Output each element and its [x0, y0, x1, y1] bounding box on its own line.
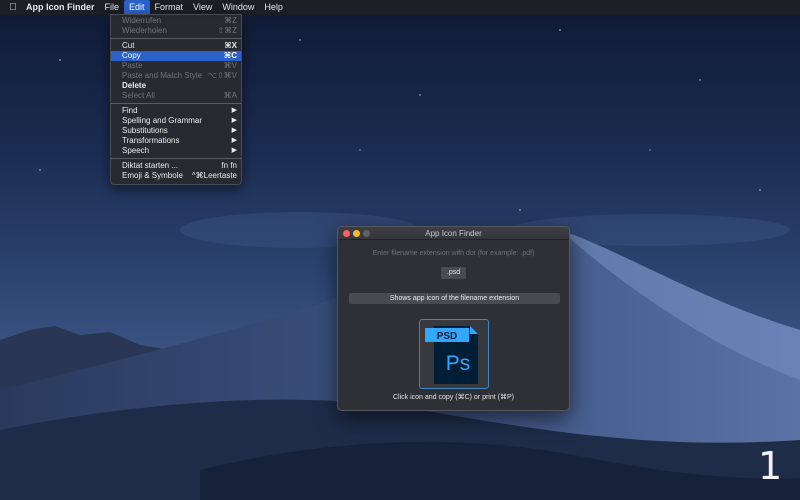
menu-item-redo[interactable]: Wiederholen ⇧⌘Z: [111, 26, 241, 36]
app-icon-preview[interactable]: PSD Ps: [419, 319, 489, 389]
menu-item-paste-match-style[interactable]: Paste and Match Style ⌥⇧⌘V: [111, 71, 241, 81]
menu-item-label: Paste: [122, 61, 143, 70]
edit-dropdown-menu: Widerrufen ⌘Z Wiederholen ⇧⌘Z Cut ⌘X Cop…: [110, 14, 242, 185]
extension-hint: Enter filename extension with dot (for e…: [372, 250, 535, 257]
menu-item-label: Paste and Match Style: [122, 71, 203, 80]
menu-item-label: Substitutions: [122, 126, 168, 135]
menu-item-label: Select All: [122, 91, 155, 100]
app-window: App Icon Finder Enter filename extension…: [337, 226, 570, 411]
menu-item-label: Wiederholen: [122, 26, 167, 35]
menu-item-delete[interactable]: Delete: [111, 81, 241, 91]
menu-separator: [111, 103, 241, 104]
menu-item-copy[interactable]: Copy ⌘C: [111, 51, 241, 61]
menu-item-label: Emoji & Symbole: [122, 171, 183, 180]
page-number: 1: [758, 444, 783, 488]
menu-separator: [111, 38, 241, 39]
menu-item-shortcut: ⌘V: [223, 61, 237, 70]
menu-item-label: Delete: [122, 81, 147, 90]
submenu-arrow-icon: ▶: [231, 107, 237, 114]
submenu-arrow-icon: ▶: [231, 117, 237, 124]
menu-item-label: Spelling and Grammar: [122, 116, 203, 125]
menu-item-shortcut: ⌘X: [224, 41, 237, 50]
menu-separator: [111, 158, 241, 159]
menu-item-substitutions[interactable]: Substitutions ▶: [111, 126, 241, 136]
menu-item-label: Diktat starten ...: [122, 161, 179, 170]
menu-item-shortcut: fn fn: [221, 161, 237, 170]
window-title: App Icon Finder: [425, 229, 482, 238]
menu-item-shortcut: ⌘A: [223, 91, 237, 100]
menu-item-shortcut: ⌘Z: [224, 16, 237, 25]
menu-window[interactable]: Window: [217, 0, 259, 15]
menu-app-name[interactable]: App Icon Finder: [26, 0, 100, 15]
apple-icon[interactable]: : [0, 2, 26, 13]
show-icon-button[interactable]: Shows app icon of the filename extension: [349, 293, 560, 304]
menu-format[interactable]: Format: [150, 0, 189, 15]
menu-item-label: Find: [122, 106, 138, 115]
menu-item-find[interactable]: Find ▶: [111, 106, 241, 116]
menu-item-label: Transformations: [122, 136, 180, 145]
menu-item-label: Speech: [122, 146, 150, 155]
menu-item-emoji[interactable]: Emoji & Symbole ^⌘Leertaste: [111, 171, 241, 181]
submenu-arrow-icon: ▶: [231, 127, 237, 134]
menu-item-paste[interactable]: Paste ⌘V: [111, 61, 241, 71]
menu-item-label: Cut: [122, 41, 135, 50]
menu-item-shortcut: ⌘C: [223, 51, 237, 60]
menu-item-select-all[interactable]: Select All ⌘A: [111, 91, 241, 101]
menu-edit[interactable]: Edit: [124, 0, 150, 15]
submenu-arrow-icon: ▶: [231, 147, 237, 154]
extension-input[interactable]: .psd: [441, 267, 466, 279]
menu-item-cut[interactable]: Cut ⌘X: [111, 41, 241, 51]
menu-item-spelling[interactable]: Spelling and Grammar ▶: [111, 116, 241, 126]
window-titlebar[interactable]: App Icon Finder: [338, 227, 569, 240]
menu-view[interactable]: View: [188, 0, 217, 15]
menu-item-shortcut: ⌥⇧⌘V: [207, 71, 237, 80]
menu-item-label: Copy: [122, 51, 141, 60]
menu-item-shortcut: ^⌘Leertaste: [191, 171, 237, 180]
menu-item-speech[interactable]: Speech ▶: [111, 146, 241, 156]
menu-item-undo[interactable]: Widerrufen ⌘Z: [111, 16, 241, 26]
icon-label-text: PSD: [437, 331, 458, 342]
menu-item-dictation[interactable]: Diktat starten ... fn fn: [111, 161, 241, 171]
menu-item-label: Widerrufen: [122, 16, 162, 25]
icon-caption: Click icon and copy (⌘C) or print (⌘P): [393, 394, 514, 401]
menu-bar:  App Icon Finder File Edit Format View …: [0, 0, 800, 15]
submenu-arrow-icon: ▶: [231, 137, 237, 144]
menu-item-transformations[interactable]: Transformations ▶: [111, 136, 241, 146]
photoshop-file-icon: PSD Ps: [425, 326, 478, 384]
icon-letters-text: Ps: [446, 352, 471, 375]
menu-help[interactable]: Help: [259, 0, 288, 15]
menu-file[interactable]: File: [100, 0, 125, 15]
menu-item-shortcut: ⇧⌘Z: [217, 26, 237, 35]
